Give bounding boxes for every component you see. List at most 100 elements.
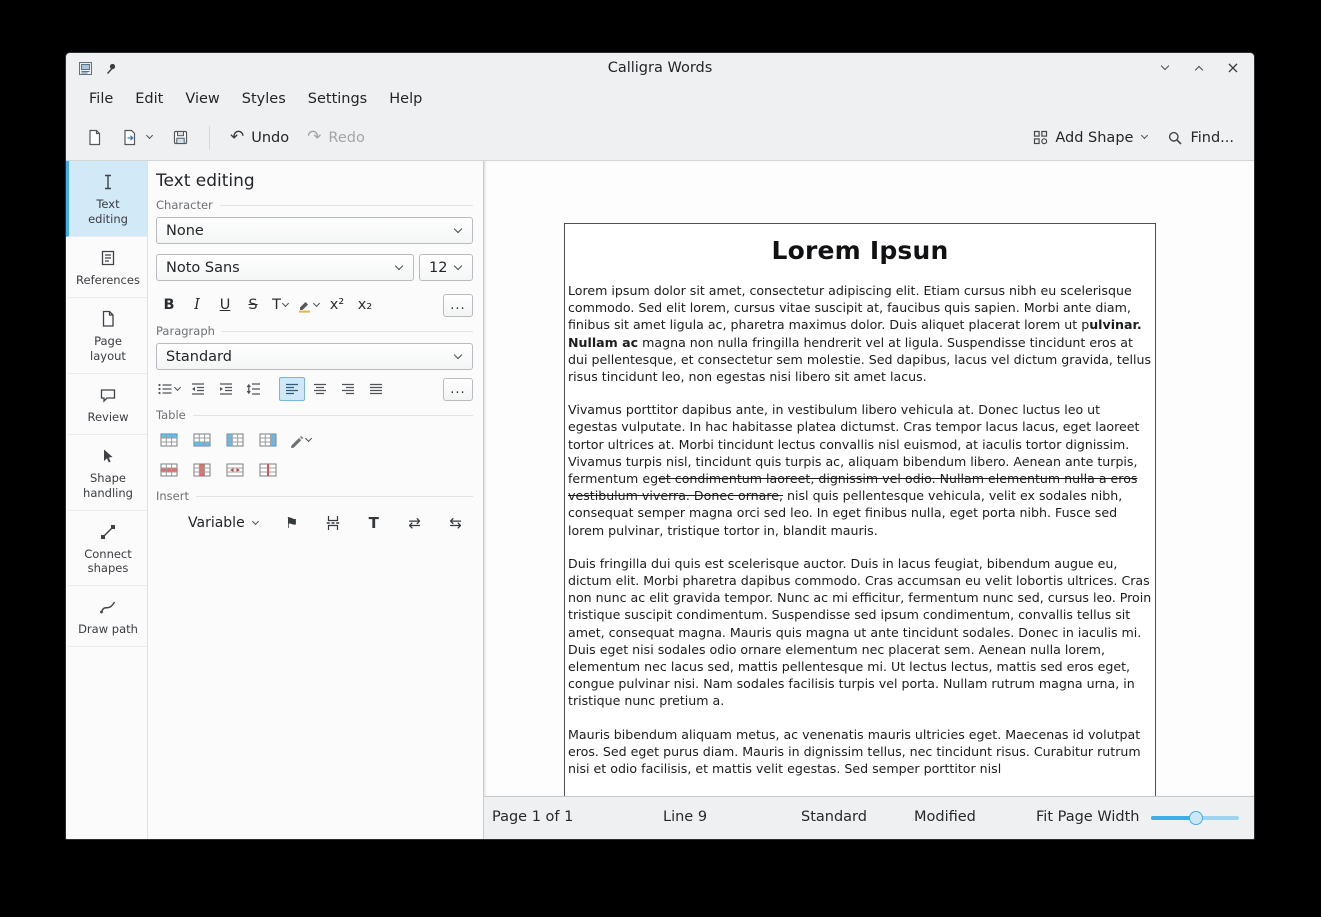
add-shape-chevron-icon	[1141, 132, 1148, 139]
align-center-icon	[312, 382, 328, 396]
undo-label: Undo	[251, 130, 289, 146]
decrease-indent-button[interactable]	[185, 377, 211, 401]
chevron-down-icon	[313, 299, 320, 306]
character-style-select[interactable]: None	[156, 217, 473, 244]
text-frame[interactable]: Lorem Ipsun Lorem ipsum dolor sit amet, …	[564, 223, 1156, 796]
insert-swap-button[interactable]: ⇆	[443, 511, 469, 535]
font-family-select[interactable]: Noto Sans	[156, 254, 414, 281]
zoom-slider[interactable]	[1151, 810, 1239, 826]
menu-file[interactable]: File	[78, 86, 124, 112]
menu-edit[interactable]: Edit	[124, 86, 174, 112]
align-left-button[interactable]	[279, 377, 305, 401]
line-indicator: Line 9	[663, 809, 707, 825]
pin-icon[interactable]	[102, 59, 120, 77]
insert-row-above-icon	[160, 433, 178, 447]
add-shape-button[interactable]: Add Shape	[1025, 124, 1157, 152]
section-rule	[220, 205, 473, 206]
paragraph-more-button[interactable]: ...	[443, 378, 473, 401]
menu-styles[interactable]: Styles	[231, 86, 297, 112]
references-icon	[98, 247, 118, 269]
open-document-icon	[121, 129, 138, 146]
table-section-label: Table	[156, 408, 186, 422]
underline-button[interactable]: U	[212, 293, 238, 317]
split-cells-button[interactable]	[255, 458, 281, 482]
redo-button[interactable]: ↷ Redo	[299, 123, 373, 152]
insert-row-below-button[interactable]	[189, 428, 215, 452]
save-button[interactable]	[164, 123, 197, 152]
chevron-down-icon	[454, 351, 462, 359]
insert-variable-button[interactable]: Variable	[184, 512, 264, 534]
maximize-button[interactable]	[1190, 59, 1208, 77]
delete-column-button[interactable]	[189, 458, 215, 482]
insert-section-label: Insert	[156, 489, 189, 503]
titlebar[interactable]: Calligra Words ×	[66, 53, 1254, 83]
align-left-icon	[284, 382, 300, 396]
increase-indent-button[interactable]	[213, 377, 239, 401]
open-document-button[interactable]	[113, 123, 162, 152]
align-justify-button[interactable]	[363, 377, 389, 401]
tab-draw-path[interactable]: Draw path	[66, 586, 147, 647]
zoom-slider-handle[interactable]	[1189, 811, 1203, 825]
menu-view[interactable]: View	[174, 86, 230, 112]
zoom-mode-button[interactable]: Fit Page Width	[1036, 809, 1139, 825]
statusbar: Page 1 of 1 Line 9 Standard Modified Fit…	[484, 796, 1254, 839]
superscript-button[interactable]: x²	[324, 293, 350, 317]
subscript-button[interactable]: x₂	[352, 293, 378, 317]
shape-handling-icon	[98, 445, 118, 467]
insert-text-frame-button[interactable]: T	[361, 511, 387, 535]
minimize-button[interactable]	[1156, 59, 1174, 77]
insert-column-right-button[interactable]	[255, 428, 281, 452]
tab-connect-shapes[interactable]: Connect shapes	[66, 511, 147, 587]
new-document-button[interactable]	[78, 123, 111, 152]
bookmark-flag-icon: ⚑	[285, 516, 298, 531]
paragraph-style-select[interactable]: Standard	[156, 343, 473, 370]
tab-review[interactable]: Review	[66, 374, 147, 435]
section-rule	[222, 331, 473, 332]
find-button[interactable]: Find...	[1159, 124, 1242, 152]
merge-cells-icon	[226, 463, 244, 477]
italic-button[interactable]: I	[184, 293, 210, 317]
menu-settings[interactable]: Settings	[297, 86, 378, 112]
list-style-button[interactable]	[156, 377, 183, 401]
insert-bookmark-button[interactable]: ⚑	[279, 511, 305, 535]
section-rule	[193, 415, 473, 416]
calligra-words-window: Calligra Words × File Edit View Styles S…	[65, 52, 1255, 840]
border-pen-icon	[289, 433, 304, 448]
change-case-button[interactable]: T	[268, 293, 294, 317]
tab-page-layout[interactable]: Page layout	[66, 298, 147, 374]
bullet-list-icon	[157, 382, 173, 396]
tab-text-editing[interactable]: Text editing	[66, 161, 147, 237]
insert-row-above-button[interactable]	[156, 428, 182, 452]
merge-cells-button[interactable]	[222, 458, 248, 482]
line-spacing-button[interactable]	[241, 377, 267, 401]
open-dropdown-chevron-icon	[146, 132, 153, 139]
bold-button[interactable]: B	[156, 293, 182, 317]
insert-page-break-button[interactable]	[320, 511, 346, 535]
style-indicator: Standard	[801, 809, 867, 825]
page-indicator: Page 1 of 1	[492, 809, 573, 825]
align-right-icon	[340, 382, 356, 396]
undo-button[interactable]: ↶ Undo	[222, 123, 297, 152]
review-icon	[98, 384, 118, 406]
align-center-button[interactable]	[307, 377, 333, 401]
app-icon	[78, 61, 93, 76]
table-border-pen-button[interactable]	[288, 428, 314, 452]
add-shape-label: Add Shape	[1055, 130, 1133, 146]
tool-options-panel: Text editing Character None Noto Sans 12	[148, 161, 484, 839]
character-more-button[interactable]: ...	[443, 294, 473, 317]
menu-help[interactable]: Help	[378, 86, 433, 112]
align-right-button[interactable]	[335, 377, 361, 401]
insert-column-left-button[interactable]	[222, 428, 248, 452]
text-direction-button[interactable]: ⇄	[402, 511, 428, 535]
chevron-down-icon	[305, 434, 312, 441]
close-button[interactable]: ×	[1224, 59, 1242, 77]
strikethrough-button[interactable]: S	[240, 293, 266, 317]
paragraph-2: Vivamus porttitor dapibus ante, in vesti…	[568, 401, 1152, 539]
tab-references[interactable]: References	[66, 237, 147, 298]
delete-row-button[interactable]	[156, 458, 182, 482]
tab-shape-handling[interactable]: Shape handling	[66, 435, 147, 511]
document-canvas[interactable]: Lorem Ipsun Lorem ipsum dolor sit amet, …	[484, 161, 1254, 796]
font-size-select[interactable]: 12	[419, 254, 473, 281]
text-highlight-button[interactable]	[296, 293, 322, 317]
menubar: File Edit View Styles Settings Help	[66, 83, 1254, 115]
